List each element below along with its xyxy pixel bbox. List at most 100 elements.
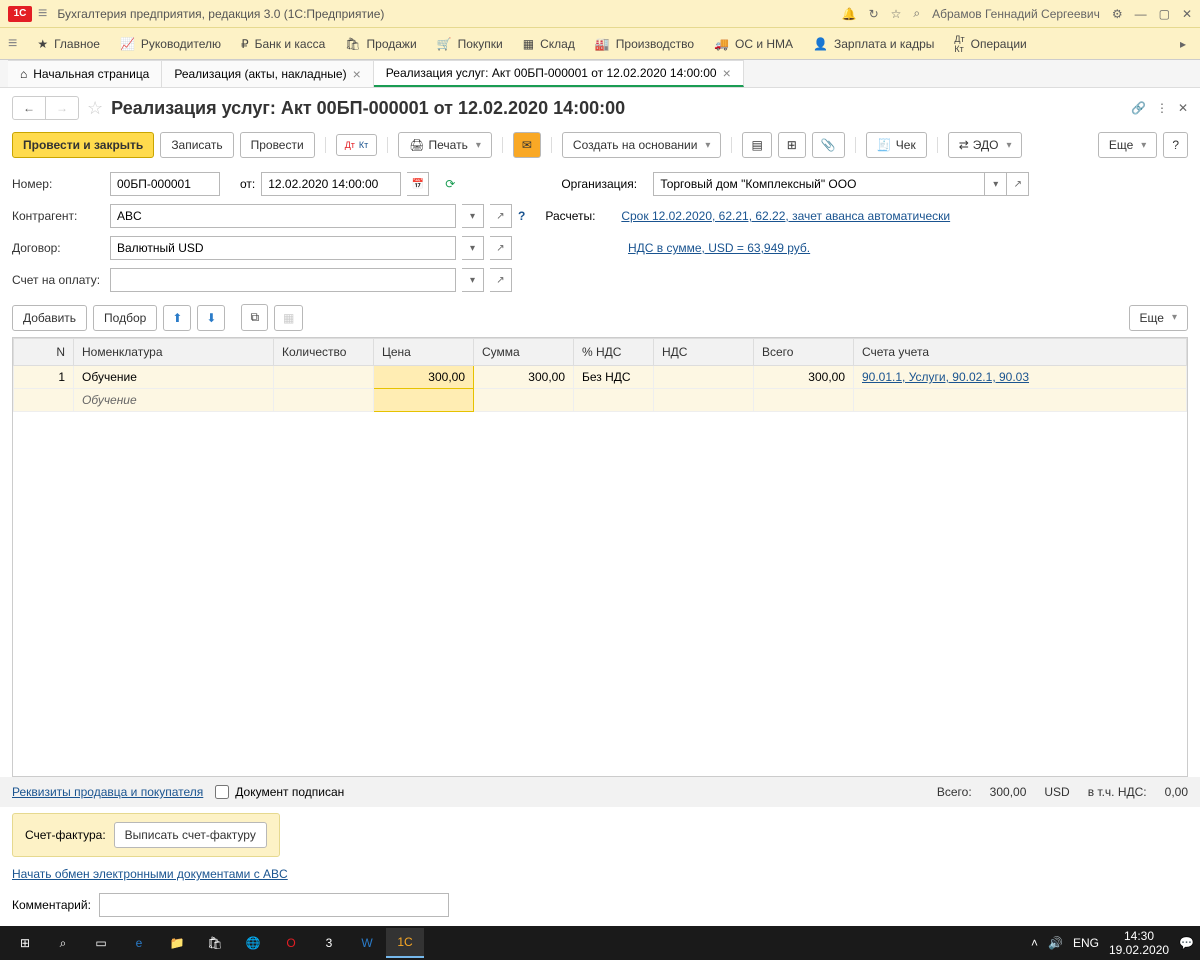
- history-icon[interactable]: ↻: [869, 7, 879, 21]
- menu-scroll-right-icon[interactable]: ▸: [1174, 37, 1192, 51]
- nds-link[interactable]: НДС в сумме, USD = 63,949 руб.: [628, 241, 810, 255]
- open-icon[interactable]: ↗: [1007, 172, 1029, 196]
- app-1c-icon[interactable]: 1C: [386, 928, 424, 958]
- col-quantity[interactable]: Количество: [274, 339, 374, 366]
- table-more-button[interactable]: Еще: [1129, 305, 1188, 331]
- search-button[interactable]: ⌕: [44, 928, 82, 958]
- search-icon[interactable]: ⌕: [913, 6, 920, 21]
- copy-button[interactable]: ⧉: [241, 304, 268, 331]
- list-button[interactable]: ▤: [742, 132, 771, 158]
- menu-operations[interactable]: ДтКтОперации: [944, 30, 1036, 58]
- invoice-bill-input[interactable]: [110, 268, 456, 292]
- start-edo-link[interactable]: Начать обмен электронными документами с …: [12, 867, 288, 881]
- menu-main[interactable]: ★Главное: [27, 33, 110, 55]
- dropdown-icon[interactable]: ▾: [462, 268, 484, 292]
- clock[interactable]: 14:30 19.02.2020: [1109, 929, 1169, 958]
- help-icon[interactable]: ?: [518, 209, 525, 223]
- print-button[interactable]: 🖨Печать: [398, 132, 492, 158]
- cell-nomenclature-sub[interactable]: Обучение: [74, 389, 274, 412]
- open-icon[interactable]: ↗: [490, 236, 512, 260]
- forward-button[interactable]: →: [46, 97, 78, 119]
- cell-price[interactable]: 300,00: [374, 366, 474, 389]
- notifications-icon[interactable]: 💬: [1179, 936, 1194, 950]
- menu-salary[interactable]: 👤Зарплата и кадры: [803, 33, 944, 55]
- cell-nds[interactable]: [654, 366, 754, 389]
- edge-icon[interactable]: e: [120, 928, 158, 958]
- refresh-icon[interactable]: ⟳: [445, 177, 455, 191]
- star-icon[interactable]: ☆: [891, 7, 902, 21]
- col-n[interactable]: N: [14, 339, 74, 366]
- number-input[interactable]: [110, 172, 220, 196]
- table-row-sub[interactable]: Обучение: [14, 389, 1187, 412]
- help-button[interactable]: ?: [1163, 132, 1188, 158]
- cell-total[interactable]: 300,00: [754, 366, 854, 389]
- cell-nds-pct[interactable]: Без НДС: [574, 366, 654, 389]
- counterparty-input[interactable]: [110, 204, 456, 228]
- dropdown-icon[interactable]: ▾: [462, 236, 484, 260]
- menu-warehouse[interactable]: ▦Склад: [513, 33, 585, 55]
- calendar-icon[interactable]: 📅: [407, 172, 429, 196]
- start-button[interactable]: ⊞: [6, 928, 44, 958]
- doc-signed-checkbox[interactable]: Документ подписан: [215, 785, 344, 799]
- post-and-close-button[interactable]: Провести и закрыть: [12, 132, 154, 158]
- doc-signed-input[interactable]: [215, 785, 229, 799]
- organization-input[interactable]: [653, 172, 985, 196]
- write-button[interactable]: Записать: [160, 132, 233, 158]
- taskview-button[interactable]: ▭: [82, 928, 120, 958]
- email-button[interactable]: ✉: [513, 132, 541, 158]
- col-sum[interactable]: Сумма: [474, 339, 574, 366]
- close-icon[interactable]: ×: [723, 65, 731, 81]
- close-doc-icon[interactable]: ✕: [1178, 101, 1188, 115]
- col-total[interactable]: Всего: [754, 339, 854, 366]
- calculations-link[interactable]: Срок 12.02.2020, 62.21, 62.22, зачет ава…: [621, 209, 950, 223]
- menu-assets[interactable]: 🚚ОС и НМА: [704, 33, 803, 55]
- user-name[interactable]: Абрамов Геннадий Сергеевич: [932, 7, 1100, 21]
- close-icon[interactable]: ×: [353, 66, 361, 82]
- menu-purchases[interactable]: 🛒Покупки: [427, 33, 513, 55]
- seller-buyer-link[interactable]: Реквизиты продавца и покупателя: [12, 785, 203, 799]
- open-icon[interactable]: ↗: [490, 204, 512, 228]
- dropdown-icon[interactable]: ▾: [985, 172, 1007, 196]
- date-input[interactable]: [261, 172, 401, 196]
- menu-hamburger-icon[interactable]: ≡: [8, 35, 17, 53]
- cell-n[interactable]: 1: [14, 366, 74, 389]
- more-button[interactable]: Еще: [1098, 132, 1157, 158]
- opera-icon[interactable]: O: [272, 928, 310, 958]
- maximize-icon[interactable]: ▢: [1159, 7, 1170, 21]
- menu-bank[interactable]: ₽Банк и касса: [231, 33, 335, 55]
- tab-realisation-list[interactable]: Реализация (акты, накладные)×: [162, 60, 373, 87]
- word-icon[interactable]: W: [348, 928, 386, 958]
- lang-indicator[interactable]: ENG: [1073, 936, 1099, 950]
- volume-icon[interactable]: 🔊: [1048, 936, 1063, 950]
- post-button[interactable]: Провести: [240, 132, 315, 158]
- cell-sum[interactable]: 300,00: [474, 366, 574, 389]
- back-button[interactable]: ←: [13, 97, 46, 119]
- tab-home[interactable]: ⌂Начальная страница: [8, 60, 162, 87]
- open-icon[interactable]: ↗: [490, 268, 512, 292]
- hamburger-icon[interactable]: ≡: [38, 5, 47, 23]
- tab-realisation-doc[interactable]: Реализация услуг: Акт 00БП-000001 от 12.…: [374, 60, 744, 87]
- check-button[interactable]: 🧾Чек: [866, 132, 927, 158]
- comment-input[interactable]: [99, 893, 449, 917]
- col-nomenclature[interactable]: Номенклатура: [74, 339, 274, 366]
- explorer-icon[interactable]: 📁: [158, 928, 196, 958]
- col-nds-pct[interactable]: % НДС: [574, 339, 654, 366]
- col-price[interactable]: Цена: [374, 339, 474, 366]
- store-icon[interactable]: 🛍: [196, 928, 234, 958]
- table-row[interactable]: 1 Обучение 300,00 300,00 Без НДС 300,00 …: [14, 366, 1187, 389]
- cell-quantity[interactable]: [274, 366, 374, 389]
- attach-button[interactable]: 📎: [812, 132, 845, 158]
- dtcr-button[interactable]: ДтКт: [336, 134, 378, 156]
- move-up-button[interactable]: ⬆: [163, 305, 191, 331]
- create-basis-button[interactable]: Создать на основании: [562, 132, 722, 158]
- invoice-create-button[interactable]: Выписать счет-фактуру: [114, 822, 267, 848]
- pick-button[interactable]: Подбор: [93, 305, 157, 331]
- col-accounts[interactable]: Счета учета: [854, 339, 1187, 366]
- bell-icon[interactable]: 🔔: [842, 7, 857, 21]
- menu-sales[interactable]: 🛍Продажи: [335, 33, 426, 55]
- favorite-icon[interactable]: ☆: [87, 98, 103, 119]
- menu-manager[interactable]: 📈Руководителю: [110, 33, 231, 55]
- paste-button[interactable]: ▦: [274, 305, 303, 331]
- cell-nomenclature[interactable]: Обучение: [74, 366, 274, 389]
- settings-icon[interactable]: ⚙: [1112, 7, 1123, 21]
